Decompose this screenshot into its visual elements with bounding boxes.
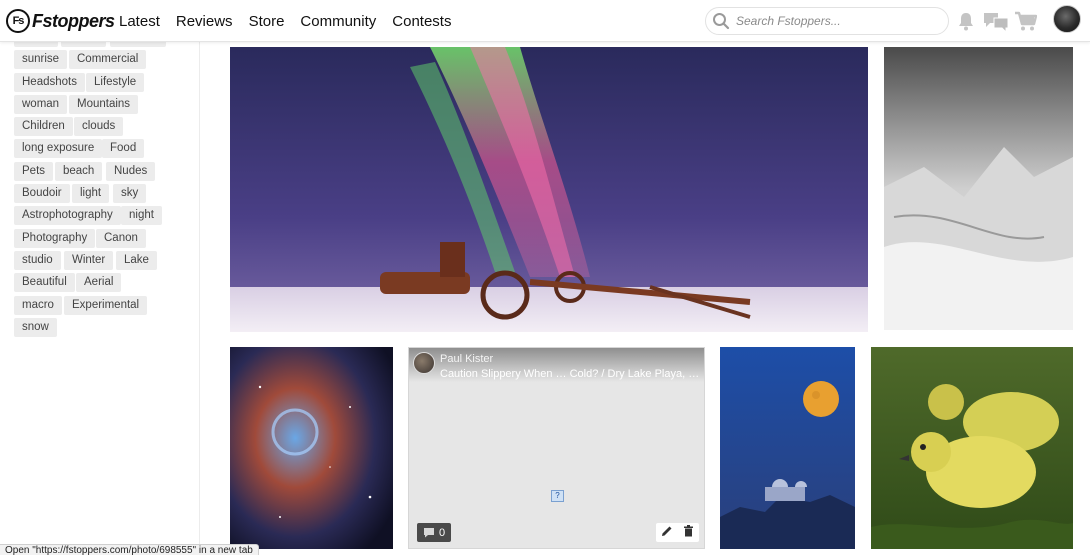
trash-icon[interactable]: [683, 524, 694, 542]
logo-mark-icon: Fs: [6, 9, 30, 33]
tag-row: studio Winter Lake: [14, 250, 194, 273]
tag-row: Children clouds: [14, 117, 194, 139]
tag-light[interactable]: light: [72, 184, 110, 204]
tag-food[interactable]: Food: [102, 139, 145, 159]
tag-row: Pets beach Nudes: [14, 161, 194, 184]
browser-status-bar: Open "https://fstoppers.com/photo/698555…: [0, 544, 259, 555]
photo-bw-snow-landscape[interactable]: [884, 47, 1073, 330]
comment-icon: [424, 528, 434, 538]
broken-image-icon: ?: [551, 490, 564, 502]
cart-icon[interactable]: [1014, 11, 1037, 32]
tag-row: long exposure Food: [14, 139, 194, 161]
tag-winter[interactable]: Winter: [64, 250, 114, 270]
photo-moon-observatory[interactable]: [720, 347, 855, 549]
search-box: [705, 7, 949, 35]
card-actions: [656, 523, 699, 542]
comment-count-badge[interactable]: 0: [417, 523, 452, 542]
tag-sidebar: water Nikon Product sunrise Commercial H…: [0, 28, 200, 555]
tag-row: snow: [14, 317, 194, 340]
tag-commercial[interactable]: Commercial: [69, 50, 147, 70]
tag-row: Headshots Lifestyle: [14, 72, 194, 95]
tag-woman[interactable]: woman: [14, 94, 68, 114]
tag-row: woman Mountains: [14, 94, 194, 117]
tag-pets[interactable]: Pets: [14, 161, 54, 181]
video-author[interactable]: Paul Kister: [440, 353, 493, 365]
main-menu: Latest Reviews Store Community Contests: [111, 0, 459, 42]
search-input[interactable]: [736, 14, 936, 28]
tag-sunrise[interactable]: sunrise: [14, 50, 68, 70]
comment-count: 0: [439, 526, 446, 539]
photo-goslings[interactable]: [871, 347, 1073, 549]
tag-cloud: water Nikon Product sunrise Commercial H…: [14, 28, 194, 340]
chat-icon[interactable]: [983, 11, 1009, 32]
tag-boudoir[interactable]: Boudoir: [14, 184, 70, 204]
tag-macro[interactable]: macro: [14, 295, 62, 315]
search-icon[interactable]: [706, 8, 736, 34]
user-avatar[interactable]: [1053, 5, 1081, 33]
video-card[interactable]: Paul Kister Caution Slippery When … Cold…: [408, 347, 705, 549]
tag-beautiful[interactable]: Beautiful: [14, 273, 75, 293]
tag-snow[interactable]: snow: [14, 317, 57, 337]
tag-canon[interactable]: Canon: [96, 228, 146, 248]
nav-reviews[interactable]: Reviews: [168, 13, 241, 30]
nav-community[interactable]: Community: [292, 13, 384, 30]
tag-row: Astrophotography night: [14, 206, 194, 228]
tag-row: Photography Canon: [14, 228, 194, 251]
tag-nudes[interactable]: Nudes: [106, 161, 156, 181]
nav-contests[interactable]: Contests: [384, 13, 459, 30]
tag-beach[interactable]: beach: [55, 161, 103, 181]
edit-icon[interactable]: [661, 524, 673, 542]
tag-aerial[interactable]: Aerial: [76, 273, 122, 293]
tag-night[interactable]: night: [121, 206, 162, 226]
bell-icon[interactable]: [957, 12, 975, 31]
photo-nebula[interactable]: [230, 347, 393, 549]
tag-long-exposure[interactable]: long exposure: [14, 139, 103, 159]
fstoppers-logo[interactable]: Fs Fstoppers: [6, 8, 115, 34]
video-title[interactable]: Caution Slippery When … Cold? / Dry Lake…: [440, 368, 702, 380]
tag-studio[interactable]: studio: [14, 250, 61, 270]
tag-lifestyle[interactable]: Lifestyle: [86, 72, 145, 92]
tag-row: Boudoir light sky: [14, 184, 194, 206]
nav-latest[interactable]: Latest: [111, 13, 168, 30]
nav-store[interactable]: Store: [241, 13, 293, 30]
tag-headshots[interactable]: Headshots: [14, 72, 85, 92]
photo-aurora-tractor[interactable]: [230, 47, 868, 332]
tag-sky[interactable]: sky: [113, 184, 147, 204]
tag-mountains[interactable]: Mountains: [69, 94, 139, 114]
tag-astrophotography[interactable]: Astrophotography: [14, 206, 121, 226]
tag-row: sunrise Commercial: [14, 50, 194, 72]
tag-clouds[interactable]: clouds: [74, 117, 124, 137]
tag-experimental[interactable]: Experimental: [64, 295, 148, 315]
tag-row: macro Experimental: [14, 295, 194, 318]
author-avatar[interactable]: [413, 352, 435, 374]
tag-row: Beautiful Aerial: [14, 273, 194, 295]
tag-children[interactable]: Children: [14, 117, 73, 137]
top-navigation: Fs Fstoppers Latest Reviews Store Commun…: [0, 0, 1090, 42]
logo-text: Fstoppers: [32, 10, 115, 31]
tag-photography[interactable]: Photography: [14, 228, 96, 248]
tag-lake[interactable]: Lake: [116, 250, 157, 270]
